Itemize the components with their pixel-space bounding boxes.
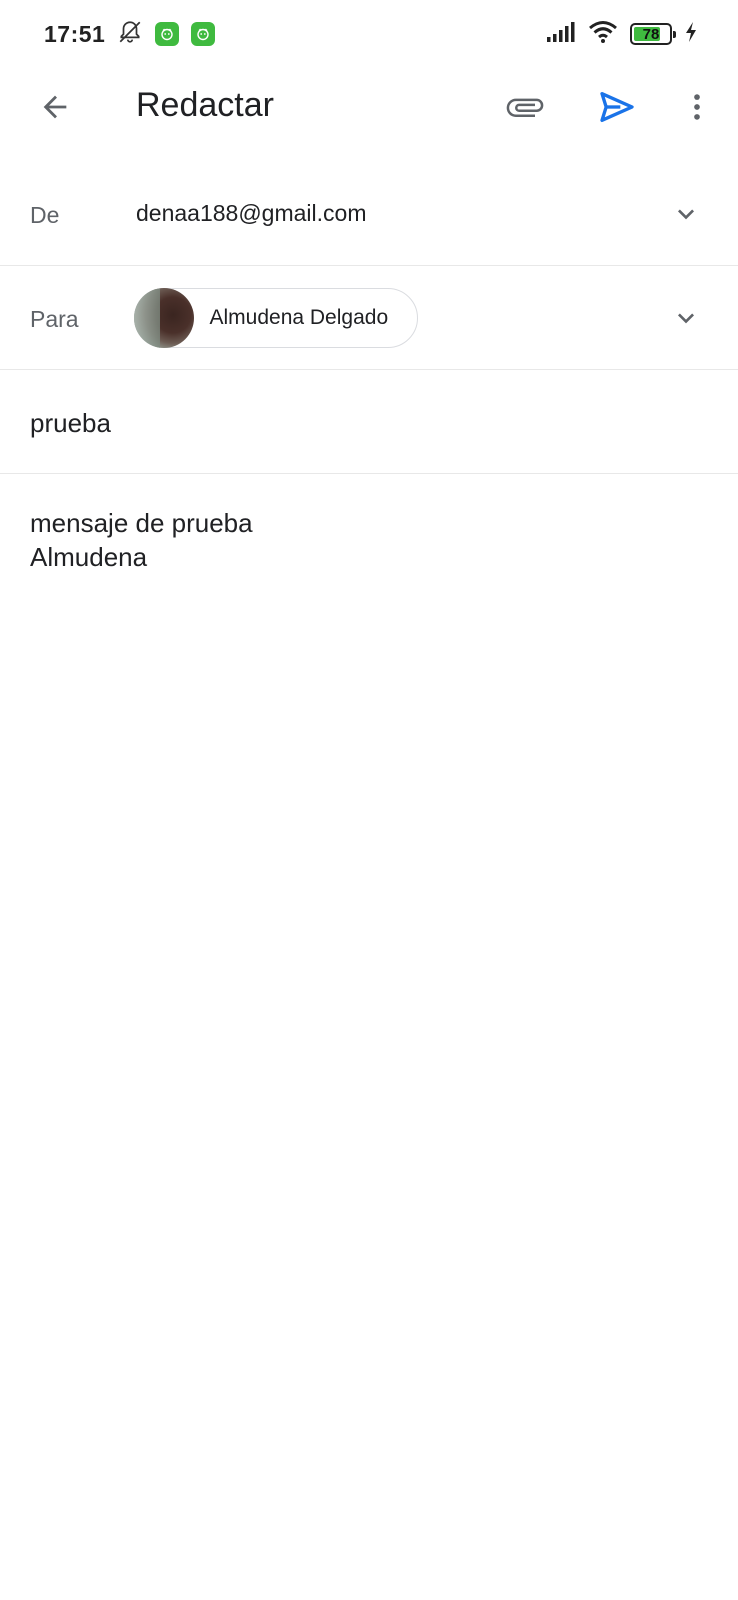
status-left: 17:51 [44, 19, 216, 50]
body-line: Almudena [30, 542, 148, 572]
subject-input[interactable]: prueba [30, 408, 111, 439]
from-value[interactable]: denaa188@gmail.com [136, 200, 366, 227]
app-bar: Redactar [0, 68, 738, 148]
status-bar: 17:51 78 [0, 0, 738, 68]
to-label: Para [30, 306, 79, 332]
app-badge-icon [191, 22, 216, 46]
back-arrow-icon [43, 95, 67, 119]
recipient-chip[interactable]: Almudena Delgado [133, 288, 418, 348]
battery-cap [673, 31, 676, 38]
from-row[interactable]: De denaa188@gmail.com [0, 162, 738, 266]
wifi-icon [588, 20, 618, 49]
status-time: 17:51 [44, 20, 106, 47]
attach-button[interactable] [500, 82, 550, 132]
message-body[interactable]: mensaje de prueba Almudena [30, 506, 710, 574]
from-label: De [30, 202, 60, 228]
chevron-down-icon [678, 209, 694, 220]
recipient-name: Almudena Delgado [209, 306, 389, 329]
attach-icon [506, 98, 544, 117]
bell-off-icon [117, 19, 143, 50]
to-expand-button[interactable] [668, 300, 704, 336]
to-row[interactable]: Para Almudena Delgado [0, 266, 738, 370]
battery-level: 78 [642, 25, 660, 43]
status-right: 78 [546, 20, 698, 49]
more-options-button[interactable] [672, 82, 722, 132]
page-title: Redactar [136, 86, 274, 124]
app-badge-icon [155, 22, 180, 46]
send-icon [600, 92, 634, 123]
from-expand-button[interactable] [668, 196, 704, 232]
chevron-down-icon [678, 313, 694, 324]
more-vert-icon [694, 94, 700, 120]
charging-icon [684, 21, 698, 48]
avatar [133, 288, 194, 348]
back-button[interactable] [30, 82, 80, 132]
body-line: mensaje de prueba [30, 508, 253, 538]
send-button[interactable] [592, 82, 642, 132]
battery-icon: 78 [630, 23, 676, 45]
subject-row[interactable]: prueba [0, 370, 738, 474]
signal-icon [546, 21, 576, 48]
compose-screen: 17:51 78 Redactar De denaa188@gmail.com … [0, 0, 738, 1600]
